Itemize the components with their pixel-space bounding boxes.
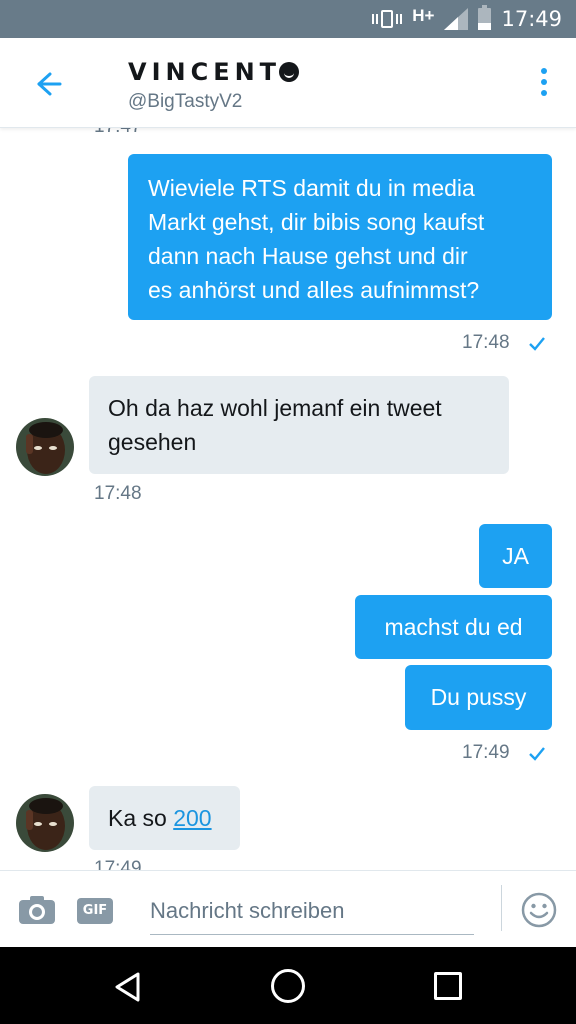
conversation-title-block[interactable]: VINCENT @BigTastyV2 [128,58,300,113]
more-options-button[interactable] [536,68,552,98]
network-type: H+ [412,6,435,25]
camera-icon [19,896,55,924]
back-arrow-icon [37,72,62,96]
message-timestamp: 17:48 [94,483,142,504]
vibrate-icon [372,8,403,30]
emoji-icon [521,892,557,928]
nav-back-icon[interactable] [112,971,144,1003]
message-text: Ka so [108,805,174,831]
conversation-handle: @BigTastyV2 [128,91,243,112]
conversation-title: VINCENT [128,58,282,86]
outgoing-message-bubble[interactable]: Wieviele RTS damit du in media Markt geh… [128,154,552,320]
conversation-header: VINCENT @BigTastyV2 [0,38,576,128]
avatar[interactable] [16,794,74,852]
emoji-button[interactable] [520,891,558,929]
message-timestamp: 17:49 [462,742,510,763]
camera-button[interactable] [18,895,56,925]
message-link[interactable]: 200 [173,805,211,831]
message-timestamp: 17:49 [94,858,142,870]
avatar[interactable] [16,418,74,476]
message-text-line: Oh da haz wohl jemanf ein tweet [108,395,442,421]
more-vertical-icon [536,68,552,96]
incoming-message-bubble[interactable]: Ka so 200 [89,786,240,850]
outgoing-message-bubble[interactable]: JA [479,524,552,588]
back-button[interactable] [22,64,68,102]
status-bar: H+ 17:49 [0,0,576,38]
status-clock: 17:49 [501,7,562,31]
message-text: machst du ed [384,614,523,640]
check-icon [529,747,545,761]
outgoing-message-bubble[interactable]: machst du ed [355,595,552,659]
message-text-line: es anhörst und alles aufnimmst? [148,277,480,303]
message-timestamp: 17:48 [462,332,510,353]
nav-home-icon[interactable] [271,969,305,1003]
message-text-line: Markt gehst, dir bibis song kaufst [148,209,485,235]
message-text-line: dann nach Hause gehst und dir [148,243,468,269]
outgoing-message-bubble[interactable]: Du pussy [405,665,552,730]
message-text-line: gesehen [108,429,197,455]
divider [501,885,502,931]
signal-icon [444,8,469,30]
message-input[interactable] [150,887,474,935]
check-icon [529,337,545,351]
message-timestamp: 17:47 [94,128,142,138]
gif-button[interactable]: GIF [77,898,113,924]
incoming-message-bubble[interactable]: Oh da haz wohl jemanf ein tweet gesehen [89,376,509,474]
avatar-image [16,418,74,476]
nav-recent-icon[interactable] [434,972,462,1000]
message-composer: GIF [0,870,576,947]
message-text: JA [502,543,529,569]
message-text-line: Wieviele RTS damit du in media [148,175,475,201]
message-text: Du pussy [430,684,527,710]
smiley-emoji-icon [279,62,300,82]
message-list[interactable]: 17:47 Wieviele RTS damit du in media Mar… [0,128,576,870]
avatar-image [16,794,74,852]
battery-icon [478,5,492,30]
system-navigation-bar [0,947,576,1024]
